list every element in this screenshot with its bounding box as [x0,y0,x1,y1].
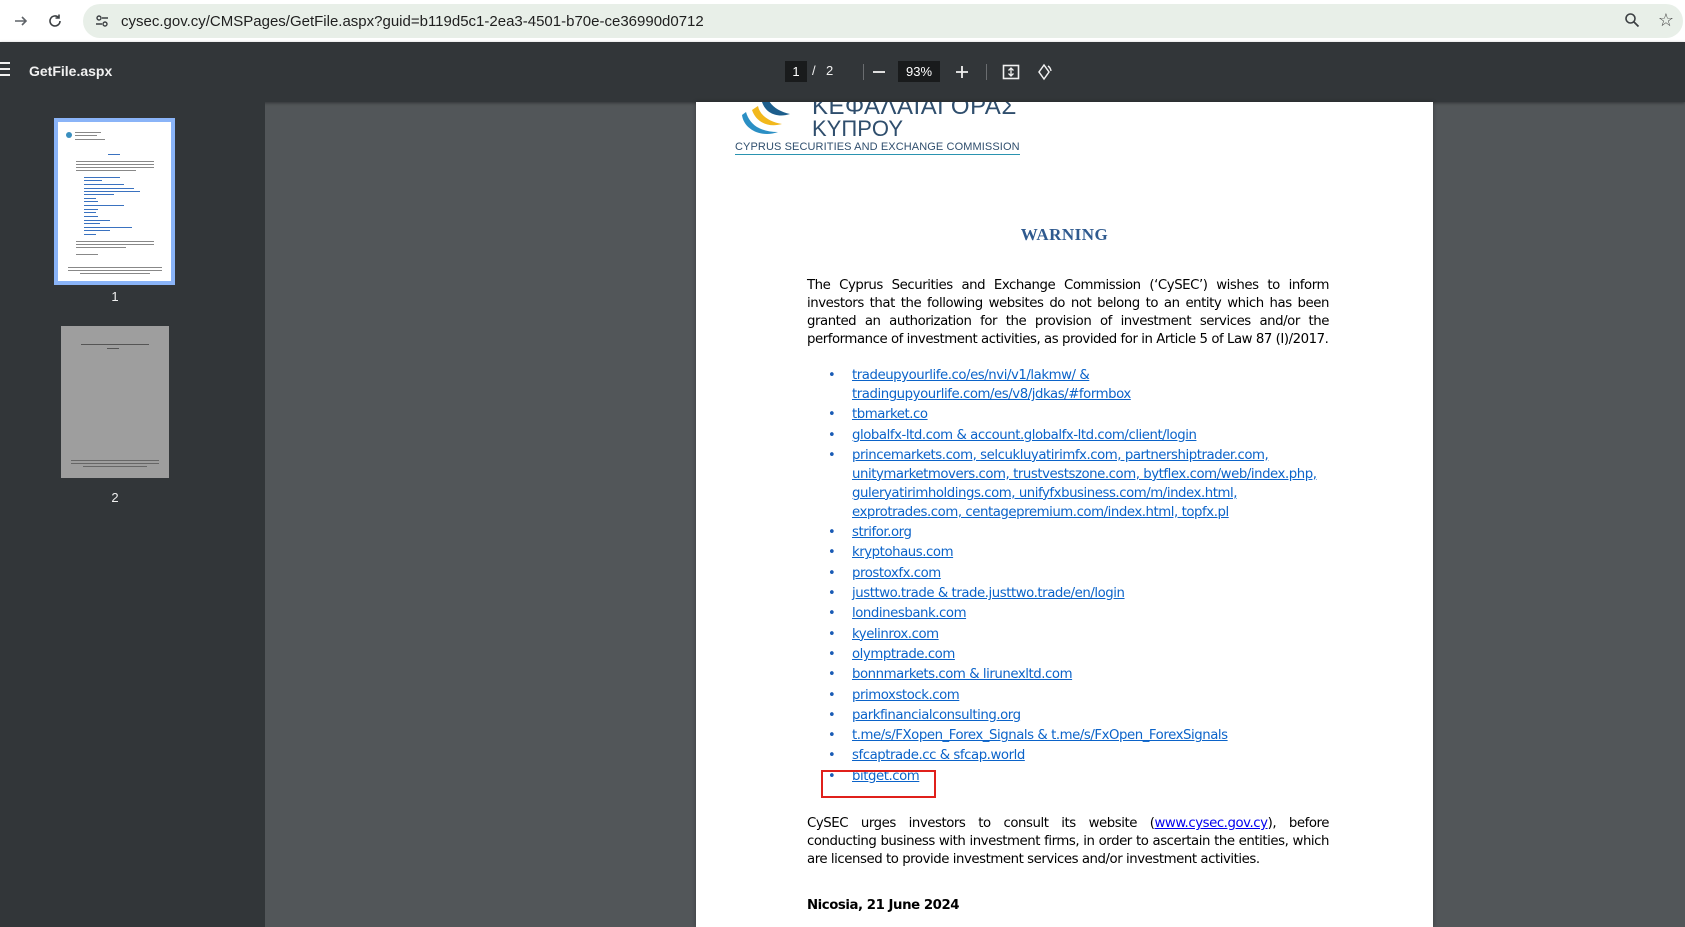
page-total: 2 [826,63,834,78]
list-item: • t.me/s/FXopen_Forex_Signals & t.me/s/Fx… [828,726,1348,745]
website-link[interactable]: primoxstock.com [852,686,1348,705]
page-thumbnail-2[interactable] [61,326,169,478]
page-thumbnail-1[interactable] [54,118,175,285]
website-link[interactable]: londinesbank.com [852,604,1348,623]
page-number-input[interactable]: 1 [785,61,807,82]
forward-icon[interactable] [8,8,34,34]
thumbnail-sidebar: 1 2 [0,102,265,927]
bullet: • [828,646,836,662]
cysec-website-link[interactable]: www.cysec.gov.cy [1155,816,1269,831]
bullet: • [828,748,836,764]
bullet: • [828,667,836,683]
thumbnail-label-1: 1 [111,289,119,304]
list-item: • strifor.org [828,523,1348,542]
list-item: • globalfx-ltd.com & account.globalfx-ltd… [828,426,1348,445]
pdf-toolbar: GetFile.aspx 1 / 2 93% [0,42,1685,102]
bullet: • [828,565,836,581]
bullet: • [828,525,836,541]
page-separator: / [812,63,816,78]
bullet: • [828,407,836,423]
website-link[interactable]: bonnmarkets.com & lirunexltd.com [852,665,1348,684]
website-link[interactable]: parkfinancialconsulting.org [852,706,1348,725]
list-item: • prostoxfx.com [828,564,1348,583]
outro-text-before: CySEC urges investors to consult its web… [807,816,1155,831]
file-title: GetFile.aspx [29,63,113,79]
list-item: • princemarkets.com, selcukluyatirimfx.co… [828,446,1348,522]
address-bar[interactable]: cysec.gov.cy/CMSPages/GetFile.aspx?guid=… [83,4,1683,38]
list-item: • bonnmarkets.com & lirunexltd.com [828,665,1348,684]
list-item: • sfcaptrade.cc & sfcap.world [828,746,1348,765]
website-link[interactable]: t.me/s/FXopen_Forex_Signals & t.me/s/FxO… [852,726,1348,745]
bullet: • [828,626,836,642]
cysec-logo-icon [742,102,790,135]
list-item: • primoxstock.com [828,686,1348,705]
website-link[interactable]: kryptohaus.com [852,543,1348,562]
bullet: • [828,728,836,744]
bullet: • [828,606,836,622]
pdf-page: ΚΕΦΑΛΑΙΑΓΟΡΑΣ ΚΥΠΡΟΥ CYPRUS SECURITIES A… [696,102,1433,927]
intro-paragraph: The Cyprus Securities and Exchange Commi… [807,278,1329,347]
bullet: • [828,427,836,443]
bullet: • [828,707,836,723]
thumbnail-label-2: 2 [111,490,119,505]
zoom-in-icon[interactable] [949,59,975,85]
website-link[interactable]: prostoxfx.com [852,564,1348,583]
bullet: • [828,447,836,463]
zoom-out-icon[interactable] [866,59,892,85]
url-text[interactable]: cysec.gov.cy/CMSPages/GetFile.aspx?guid=… [121,13,704,30]
signoff-date: Nicosia, 21 June 2024 [807,898,960,913]
website-link[interactable]: globalfx-ltd.com & account.globalfx-ltd.… [852,426,1348,445]
toolbar-divider [863,64,864,80]
fit-page-icon[interactable] [998,59,1024,85]
reload-icon[interactable] [42,8,68,34]
bullet: • [828,586,836,602]
bookmark-star-icon[interactable]: ☆ [1655,9,1677,31]
list-item: • justtwo.trade & trade.justtwo.trade/en/… [828,584,1348,603]
menu-icon[interactable] [0,62,10,80]
website-link[interactable]: olymptrade.com [852,645,1348,664]
website-link[interactable]: tbmarket.co [852,405,1348,424]
list-item: • londinesbank.com [828,604,1348,623]
website-link[interactable]: princemarkets.com, selcukluyatirimfx.com… [852,446,1348,522]
list-item: • tbmarket.co [828,405,1348,424]
list-item: • parkfinancialconsulting.org [828,706,1348,725]
logo-subtitle-greek: ΚΥΠΡΟΥ [812,116,903,141]
rotate-icon[interactable] [1031,59,1057,85]
bullet: • [828,687,836,703]
document-title: WARNING [1020,225,1109,244]
zoom-icon[interactable] [1621,9,1643,31]
list-item: • tradeupyourlife.co/es/nvi/v1/lakmw/ & t… [828,366,1348,404]
website-link[interactable]: justtwo.trade & trade.justtwo.trade/en/l… [852,584,1348,603]
list-item: • kryptohaus.com [828,543,1348,562]
outro-paragraph: CySEC urges investors to consult its web… [807,815,1329,869]
website-link[interactable]: tradeupyourlife.co/es/nvi/v1/lakmw/ & tr… [852,366,1348,404]
list-item: • kyelinrox.com [828,625,1348,644]
website-link[interactable]: kyelinrox.com [852,625,1348,644]
list-item: • olymptrade.com [828,645,1348,664]
bullet: • [828,368,836,383]
highlight-annotation-box [821,770,936,798]
site-info-icon[interactable] [93,12,111,30]
website-link[interactable]: strifor.org [852,523,1348,542]
website-list: • tradeupyourlife.co/es/nvi/v1/lakmw/ & t… [828,366,1348,787]
logo-subtitle: CYPRUS SECURITIES AND EXCHANGE COMMISSIO… [735,141,1020,155]
zoom-input[interactable]: 93% [898,61,940,82]
bullet: • [828,545,836,561]
browser-bar: cysec.gov.cy/CMSPages/GetFile.aspx?guid=… [0,0,1685,42]
toolbar-divider [986,64,987,80]
website-link[interactable]: sfcaptrade.cc & sfcap.world [852,746,1348,765]
